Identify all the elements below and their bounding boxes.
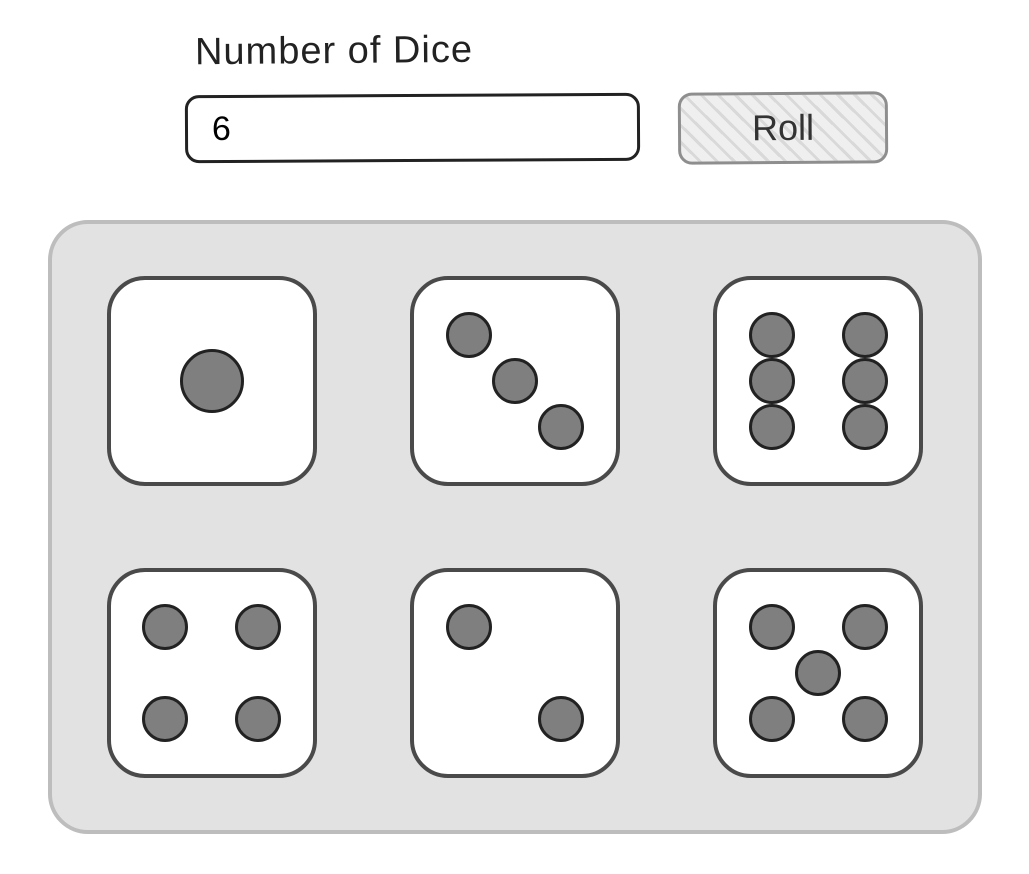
pip-icon: [492, 358, 538, 404]
pip-icon: [446, 312, 492, 358]
controls-row: Roll: [185, 92, 888, 164]
pip-icon: [180, 349, 244, 413]
pip-icon: [749, 604, 795, 650]
pip-icon: [842, 604, 888, 650]
pip-icon: [795, 650, 841, 696]
pip-icon: [446, 604, 492, 650]
roll-button[interactable]: Roll: [678, 91, 888, 164]
dice-count-input[interactable]: [185, 93, 640, 163]
pip-icon: [749, 696, 795, 742]
pip-icon: [142, 696, 188, 742]
pip-icon: [842, 358, 888, 404]
die-4: [107, 568, 317, 778]
pip-icon: [749, 358, 795, 404]
pip-icon: [749, 404, 795, 450]
die-1: [107, 276, 317, 486]
die-6: [713, 568, 923, 778]
pip-icon: [235, 696, 281, 742]
pip-icon: [538, 696, 584, 742]
app-root: Number of Dice Roll: [0, 0, 1029, 874]
dice-count-label: Number of Dice: [195, 29, 473, 74]
pip-icon: [842, 696, 888, 742]
die-5: [410, 568, 620, 778]
die-3: [713, 276, 923, 486]
pip-icon: [235, 604, 281, 650]
pip-icon: [842, 312, 888, 358]
pip-icon: [749, 312, 795, 358]
pip-icon: [538, 404, 584, 450]
die-2: [410, 276, 620, 486]
pip-icon: [142, 604, 188, 650]
pip-icon: [842, 404, 888, 450]
dice-tray: [48, 220, 982, 834]
